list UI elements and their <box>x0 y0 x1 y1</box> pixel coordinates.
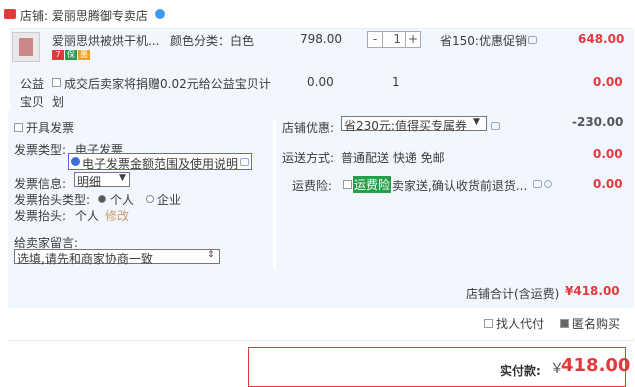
invoice-type-label: 发票类型: <box>14 143 67 157</box>
charity-checkbox[interactable] <box>52 78 61 87</box>
charity-label-line1: 公益 <box>20 77 45 91</box>
invoice-info-label: 发票信息: <box>14 177 67 191</box>
friend-pay-checkbox[interactable] <box>484 319 493 328</box>
shop-icon <box>4 9 16 19</box>
charity-text-line2: 划 <box>52 95 65 109</box>
tooltip-text[interactable]: 电子发票金额范围及使用说明 <box>82 155 238 172</box>
radio-personal[interactable] <box>98 195 106 203</box>
qty-minus-button[interactable]: - <box>368 32 382 47</box>
open-invoice-checkbox[interactable] <box>14 123 23 132</box>
badge-7day-icon: 7 <box>52 50 64 60</box>
payment-box: 实付款: ￥ 418.00 <box>248 347 630 387</box>
charity-label-line2: 宝贝 <box>20 95 45 109</box>
insurance-label: 运费险: <box>292 179 333 193</box>
charity-price: 0.00 <box>307 75 334 89</box>
friend-pay-label[interactable]: 找人代付 <box>496 315 544 332</box>
shop-discount-label: 店铺优惠: <box>282 121 335 135</box>
insurance-desc: 卖家送,确认收货前退货... <box>392 179 528 193</box>
chat-icon[interactable] <box>533 180 542 188</box>
insurance-checkbox[interactable] <box>343 180 352 189</box>
radio-company-label: 企业 <box>157 193 182 207</box>
message-placeholder: 选填,请先和商家协商一致 <box>17 252 153 266</box>
invoice-title-value: 个人 <box>75 209 100 223</box>
stepper-arrows-icon: ⇕ <box>207 250 215 260</box>
edit-invoice-link[interactable]: 修改 <box>105 207 129 224</box>
payment-label: 实付款: <box>500 364 541 378</box>
message-input[interactable]: 选填,请先和商家协商一致 ⇕ <box>14 249 220 266</box>
badge-guarantee-icon: 保 <box>65 50 77 60</box>
quantity-stepper[interactable]: - 1 + <box>367 31 421 48</box>
chat-icon[interactable] <box>491 122 500 130</box>
title-type-label: 发票抬头类型: <box>14 193 91 207</box>
charity-qty: 1 <box>392 75 400 89</box>
radio-personal-label: 个人 <box>110 193 135 207</box>
anonymous-label[interactable]: 匿名购买 <box>572 315 620 332</box>
radio-company[interactable] <box>146 195 154 203</box>
invoice-info-select[interactable]: 明细 ▼ <box>74 172 130 189</box>
open-invoice-label: 开具发票 <box>26 121 75 135</box>
delivery-label: 运送方式: <box>282 151 335 165</box>
delivery-value: 普通配送 快递 免邮 <box>341 151 445 165</box>
shop-total-label: 店铺合计(含运费) <box>466 287 560 301</box>
divider <box>8 340 634 341</box>
insurance-tag: 运费险 <box>353 176 392 193</box>
dropdown-arrow-icon: ▼ <box>473 117 480 127</box>
shop-discount-selected: 省230元:值得买专属券 <box>344 119 467 133</box>
product-thumbnail[interactable] <box>12 32 40 62</box>
help-icon[interactable] <box>544 180 552 188</box>
product-name[interactable]: 爱丽思烘被烘干机... <box>52 32 159 49</box>
qty-input[interactable]: 1 <box>382 32 406 47</box>
anonymous-checkbox[interactable] <box>560 319 569 328</box>
chat-icon[interactable] <box>528 36 537 44</box>
item-subtotal: 648.00 <box>578 32 625 46</box>
invoice-tooltip[interactable]: 电子发票金额范围及使用说明 <box>68 153 252 172</box>
shop-name[interactable]: 店铺: 爱丽思腾御专卖店 <box>20 7 148 24</box>
delivery-amount: 0.00 <box>593 147 623 161</box>
shop-discount-amount: -230.00 <box>572 115 624 129</box>
help-icon[interactable] <box>240 158 249 166</box>
invoice-title-label: 发票抬头: <box>14 209 67 223</box>
product-price: 798.00 <box>300 32 342 46</box>
charity-subtotal: 0.00 <box>593 75 623 89</box>
shop-discount-select[interactable]: 省230元:值得买专属券 ▼ <box>341 116 487 133</box>
insurance-amount: 0.00 <box>593 177 623 191</box>
invoice-info-selected: 明细 <box>77 175 102 189</box>
payment-amount: 418.00 <box>561 355 631 376</box>
verified-icon <box>155 9 165 19</box>
promo-text: 省150:优惠促销 <box>440 34 527 48</box>
qty-plus-button[interactable]: + <box>406 32 420 47</box>
badge-discount-icon: 惠 <box>78 50 90 60</box>
shop-total-amount: ¥418.00 <box>565 284 620 298</box>
info-icon <box>71 157 80 166</box>
product-color: 颜色分类：白色 <box>170 34 255 48</box>
charity-text-line1: 成交后卖家将捐赠0.02元给公益宝贝计 <box>64 77 271 91</box>
dropdown-arrow-icon: ▼ <box>119 173 126 183</box>
